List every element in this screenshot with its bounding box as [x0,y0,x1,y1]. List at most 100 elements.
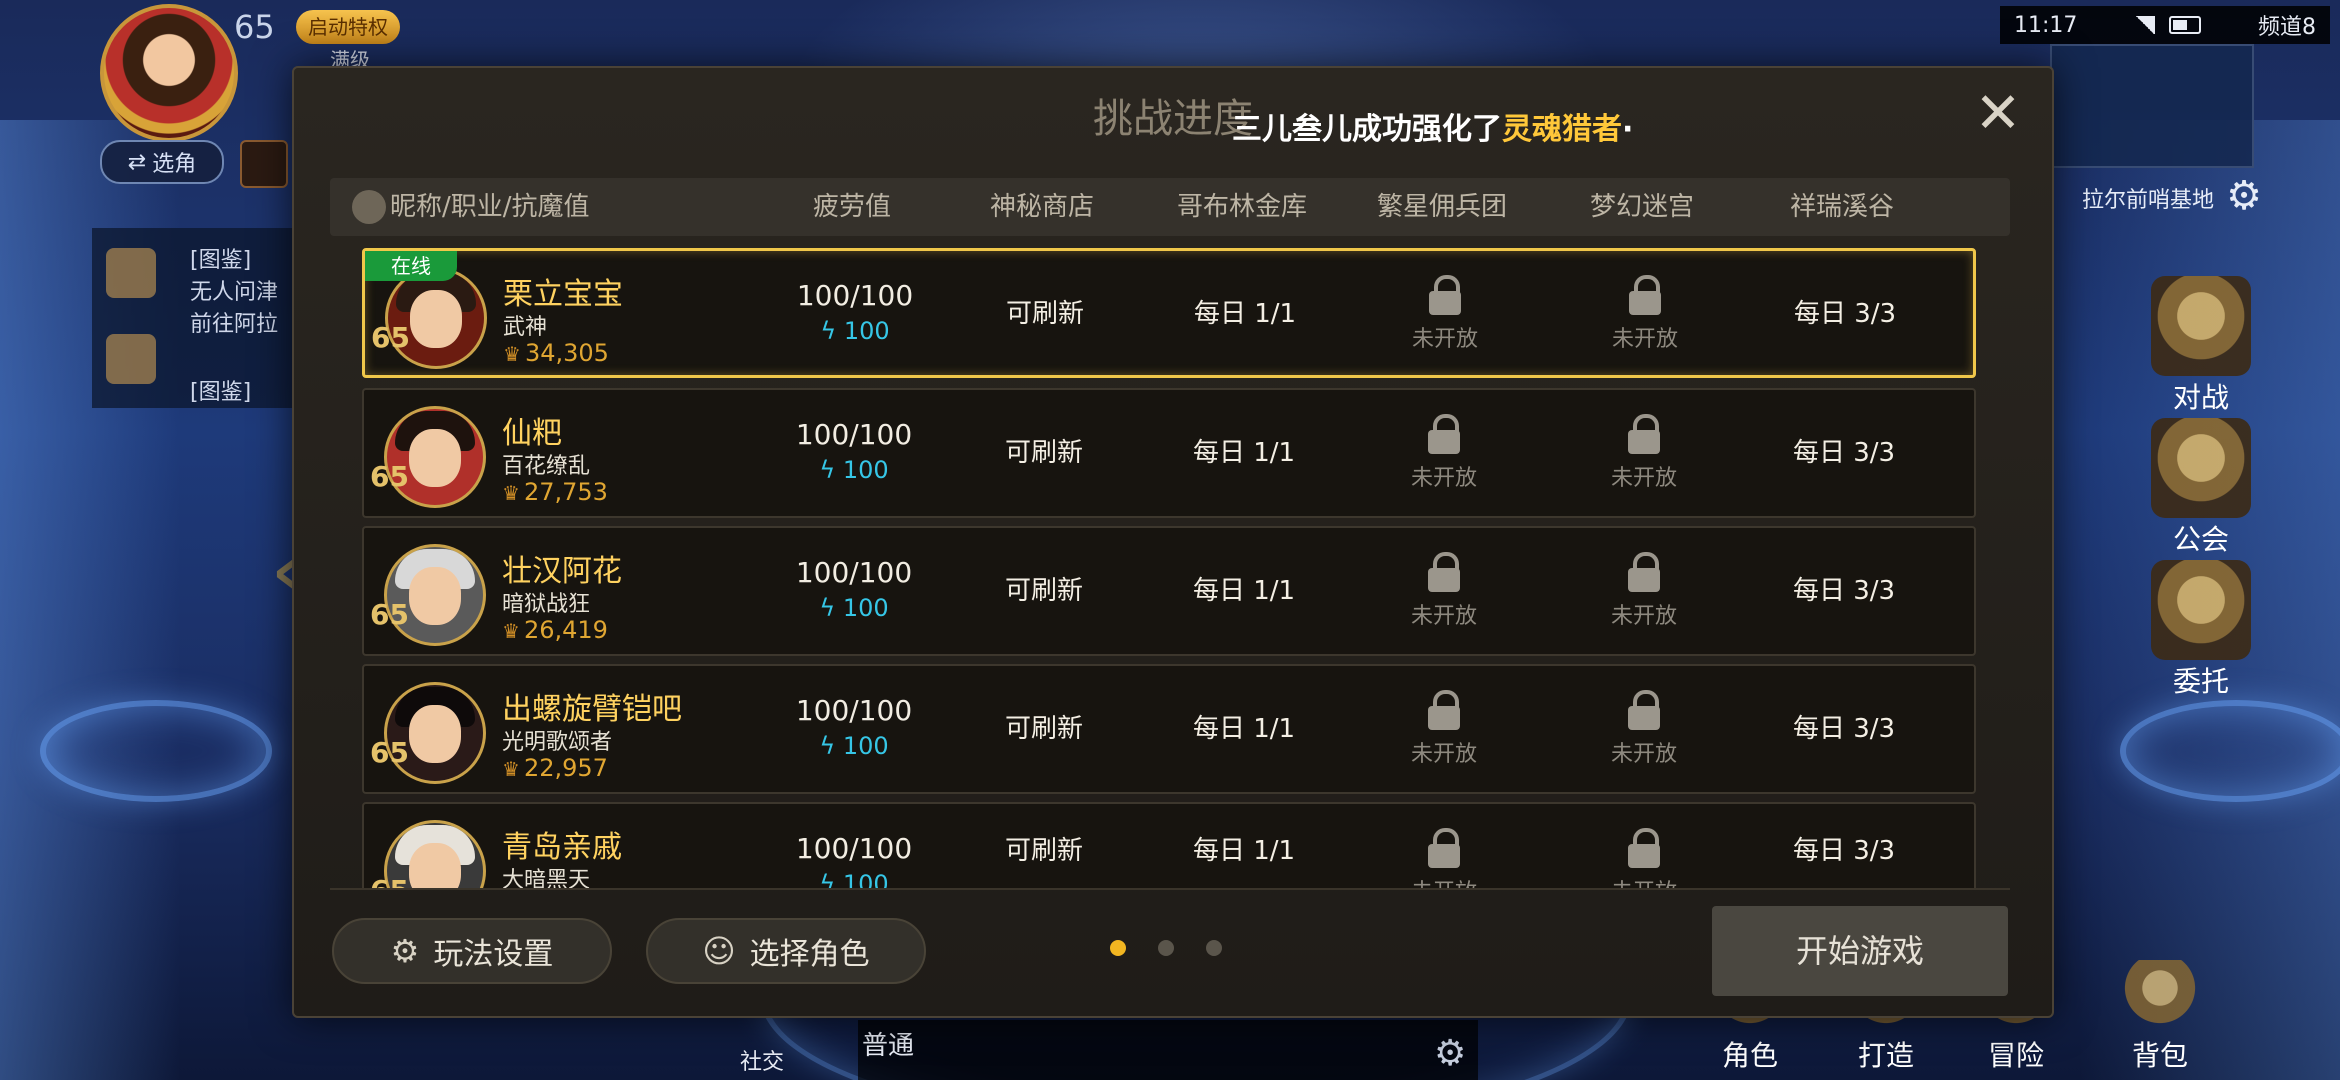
news-line[interactable]: 前往阿拉 [190,306,278,338]
table-row[interactable]: 65 出螺旋臂铠吧 光明歌颂者 ♛ 22,957 100/100 ϟ 100 可刷… [362,664,1976,794]
minimap[interactable] [2050,44,2254,168]
mercenary-status: 未开放 [1374,690,1514,768]
adventure-label: 冒险 [1987,1039,2044,1072]
goblin-status: 每日 1/1 [1192,714,1296,744]
col-maze: 梦幻迷宫 [1589,192,1694,222]
maze-status: 未开放 [1574,552,1714,630]
magic-circle-left [40,700,272,802]
settings-gear-icon[interactable]: ⚙ [2226,176,2262,216]
table-row[interactable]: 65 仙粑 百花缭乱 ♛ 27,753 100/100 ϟ 100 可刷新 每日 … [362,388,1976,518]
fatigue-value: 100/100 [795,694,913,727]
col-shop: 神秘商店 [989,192,1094,222]
table-row[interactable]: 在线 65 栗立宝宝 武神 ♛ 34,305 100/100 ϟ 100 可刷新 … [362,248,1976,378]
news-line[interactable]: [图鉴] [190,374,251,406]
energy-value: 100 [842,732,889,760]
page-dot[interactable] [1110,940,1126,956]
privilege-badge[interactable]: 启动特权 [296,10,400,44]
broadcast-toast: 三儿叁儿成功强化了灵魂猎者· [1232,104,1633,148]
battle-button[interactable]: 对战 [2146,276,2256,416]
start-game-button[interactable]: 开始游戏 [1712,906,2008,996]
crown-icon: ♛ [502,481,520,505]
lock-icon [1626,690,1662,730]
bag-button[interactable]: 背包 [2110,960,2210,1074]
social-button[interactable]: 社交 [740,1044,784,1076]
guild-shield-icon [2151,418,2251,518]
lightning-icon: ϟ [820,317,844,345]
character-level: 65 [370,598,409,631]
character-power: ♛ 27,753 [502,478,608,506]
fatigue-value: 100/100 [795,832,913,865]
fatigue-value: 100/100 [795,418,913,451]
valley-status: 每日 3/3 [1792,576,1896,606]
table-row[interactable]: 65 青岛亲戚 大暗黑天 100/100 ϟ 100 可刷新 每日 1/1 未开… [362,802,1976,888]
maze-status: 未开放 [1574,414,1714,492]
gameplay-settings-button[interactable]: ⚙ 玩法设置 [332,918,612,984]
toast-suffix: · [1622,112,1634,147]
lock-icon [1626,552,1662,592]
shop-status: 可刷新 [1004,836,1083,866]
commission-button[interactable]: 委托 [2146,560,2256,700]
chat-channel-tab[interactable]: 普通 [862,1025,914,1062]
col-valley: 祥瑞溪谷 [1789,192,1894,222]
bag-icon [2120,960,2200,1030]
craft-label: 打造 [1857,1039,1914,1072]
fatigue-energy: ϟ 100 [764,732,944,760]
bag-label: 背包 [2131,1039,2188,1072]
lock-icon [1426,414,1462,454]
select-role-button[interactable]: ⇄ 选角 [100,140,224,184]
maze-status: 未开放 [1575,275,1715,353]
character-power: ♛ 22,957 [502,754,608,782]
battery-icon [2168,16,2201,34]
mercenary-status: 未开放 [1375,275,1515,353]
lightning-icon: ϟ [819,456,843,484]
select-character-button[interactable]: ☺ 选择角色 [646,918,926,984]
fatigue-value: 100/100 [795,556,913,589]
valley-status: 每日 3/3 [1792,714,1896,744]
lock-icon [1626,828,1662,868]
page-dot[interactable] [1158,940,1174,956]
status-bar: 11:17 频道8 [2000,6,2330,44]
col-fatigue: 疲劳值 [812,192,891,222]
character-name: 栗立宝宝 [503,277,623,312]
character-level: 65 [370,736,409,769]
power-value: 26,419 [523,616,608,644]
table-row[interactable]: 65 壮汉阿花 暗狱战狂 ♛ 26,419 100/100 ϟ 100 可刷新 每… [362,526,1976,656]
character-name: 仙粑 [502,416,562,451]
page-dot[interactable] [1206,940,1222,956]
quick-slot[interactable] [240,140,288,188]
close-icon[interactable]: ✕ [1970,86,2026,142]
swap-icon: ⇄ [127,149,147,175]
lock-icon [1426,552,1462,592]
player-avatar[interactable] [100,4,238,142]
maze-status: 未开放 [1574,690,1714,768]
lock-icon [1627,275,1663,315]
chat-bar[interactable] [858,1020,1478,1080]
goblin-status: 每日 1/1 [1192,438,1296,468]
character-name: 出螺旋臂铠吧 [502,692,682,727]
lightning-icon: ϟ [819,594,843,622]
news-line[interactable]: 无人问津 [190,274,278,306]
energy-value: 100 [842,870,889,888]
chat-settings-icon[interactable]: ⚙ [1434,1033,1466,1074]
character-power: ♛ 34,305 [503,339,609,367]
lock-icon [1426,690,1462,730]
news-line[interactable]: [图鉴] [190,242,251,274]
status-icons [2134,16,2201,34]
character-job: 暗狱战狂 [502,592,591,617]
col-name: 昵称/职业/抗魔值 [390,192,590,222]
valley-status: 每日 3/3 [1792,438,1896,468]
select-role-label: 选角 [152,152,197,177]
page-indicator [1110,940,1222,956]
channel-label[interactable]: 频道8 [2258,9,2316,41]
character-level: 65 [370,874,409,888]
character-job: 武神 [503,315,548,340]
guild-button[interactable]: 公会 [2146,418,2256,558]
crown-icon: ♛ [503,342,521,366]
lock-icon [1427,275,1463,315]
character-list[interactable]: 在线 65 栗立宝宝 武神 ♛ 34,305 100/100 ϟ 100 可刷新 … [330,246,2010,888]
location-label: 拉尔前哨基地 [2081,188,2214,213]
fatigue-energy: ϟ 100 [764,594,944,622]
energy-value: 100 [842,594,889,622]
mercenary-status: 未开放 [1374,414,1514,492]
shop-status: 可刷新 [1004,714,1083,744]
